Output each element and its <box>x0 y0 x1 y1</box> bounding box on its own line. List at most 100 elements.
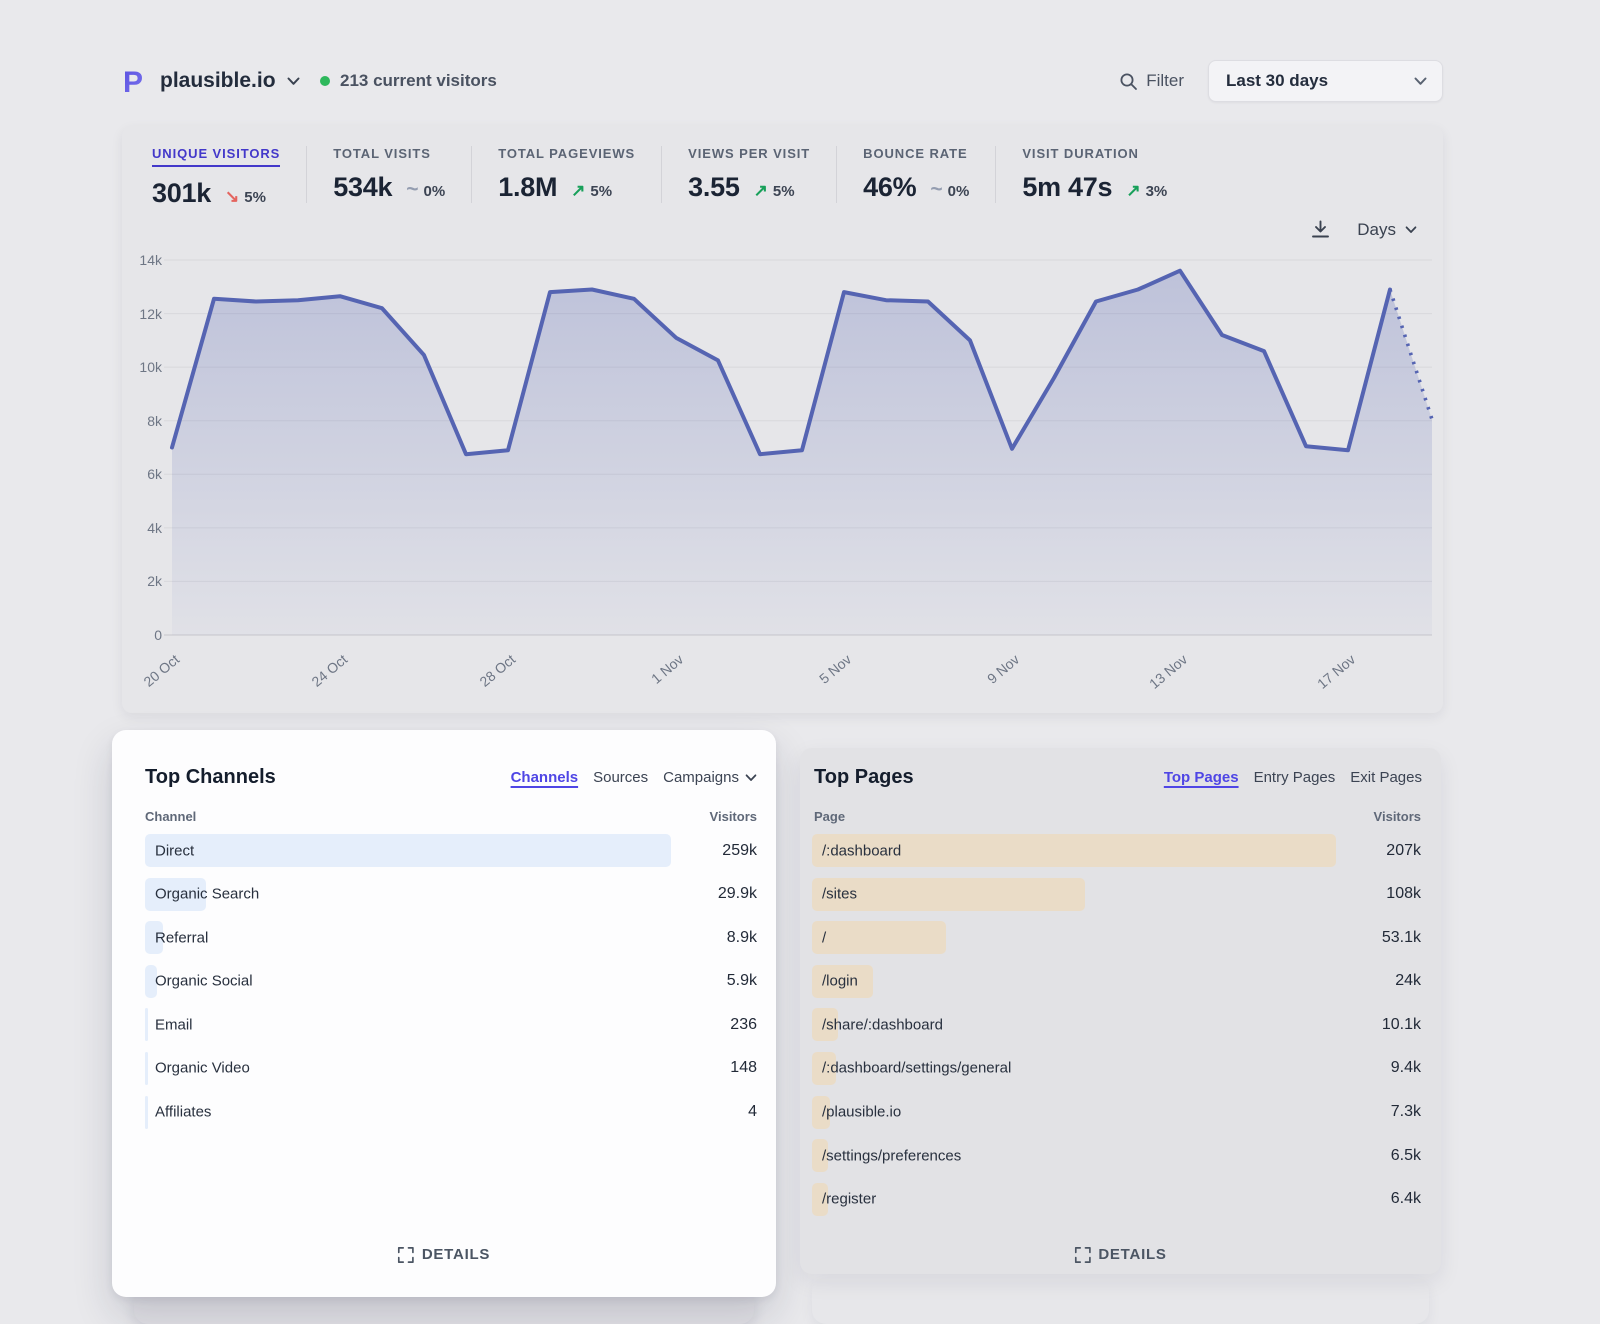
stat-value: 301k <box>152 178 211 209</box>
row-value: 5.9k <box>727 972 757 990</box>
tab-top-pages[interactable]: Top Pages <box>1164 769 1239 786</box>
stat-value: 5m 47s <box>1022 172 1112 203</box>
top-channels-panel: Top Channels Channels Sources Campaigns … <box>112 730 776 1297</box>
site-name: plausible.io <box>160 69 276 93</box>
current-visitors[interactable]: 213 current visitors <box>320 58 497 104</box>
chevron-down-icon <box>287 77 300 86</box>
tab-exit-pages[interactable]: Exit Pages <box>1350 769 1422 786</box>
download-tray-icon <box>1310 219 1331 240</box>
tab-channels[interactable]: Channels <box>511 769 579 786</box>
row-label: /share/:dashboard <box>822 1016 943 1033</box>
row-label: /:dashboard <box>822 842 901 859</box>
table-row[interactable]: Referral 8.9k <box>145 921 757 954</box>
row-label: Email <box>155 1016 193 1033</box>
plausible-logo-icon: P <box>122 66 149 96</box>
row-bar <box>145 834 671 867</box>
date-range-dropdown[interactable]: Last 30 days <box>1208 60 1443 102</box>
table-row[interactable]: /:dashboard 207k <box>812 834 1421 867</box>
table-row[interactable]: /share/:dashboard 10.1k <box>812 1008 1421 1041</box>
site-switcher[interactable]: P plausible.io <box>122 58 300 104</box>
details-label: DETAILS <box>1098 1246 1166 1263</box>
y-axis-tick: 10k <box>120 359 162 375</box>
column-header-key: Page <box>814 809 845 824</box>
stat-total-visits[interactable]: TOTAL VISITS 534k ~ 0% <box>306 146 471 203</box>
current-visitors-label: 213 current visitors <box>340 71 497 91</box>
x-axis-tick: 5 Nov <box>787 651 854 711</box>
table-row[interactable]: /register 6.4k <box>812 1183 1421 1216</box>
table-row[interactable]: Affiliates 4 <box>145 1096 757 1129</box>
live-dot-icon <box>320 76 330 86</box>
table-row[interactable]: Organic Video 148 <box>145 1052 757 1085</box>
stacked-card-edge <box>812 1278 1429 1324</box>
stat-change: 5% <box>773 183 795 200</box>
svg-text:P: P <box>123 66 143 96</box>
expand-corners-icon <box>398 1247 414 1263</box>
stat-label: TOTAL PAGEVIEWS <box>498 146 635 161</box>
stat-visit-duration[interactable]: VISIT DURATION 5m 47s ↗ 3% <box>995 146 1193 203</box>
stat-value: 1.8M <box>498 172 557 203</box>
interval-dropdown[interactable]: Days <box>1357 220 1417 240</box>
table-row[interactable]: /login 24k <box>812 965 1421 998</box>
stat-total-pageviews[interactable]: TOTAL PAGEVIEWS 1.8M ↗ 5% <box>471 146 661 203</box>
row-value: 53.1k <box>1382 929 1421 947</box>
trend-arrow-icon: ↗ <box>571 181 585 201</box>
top-pages-panel: Top Pages Top Pages Entry Pages Exit Pag… <box>800 748 1441 1274</box>
filter-button[interactable]: Filter <box>1119 71 1184 91</box>
plausible-dashboard: P plausible.io 213 current visitors Filt… <box>0 0 1600 1324</box>
table-row[interactable]: Email 236 <box>145 1008 757 1041</box>
table-row[interactable]: / 53.1k <box>812 921 1421 954</box>
stat-change: 5% <box>244 189 266 206</box>
row-label: / <box>822 929 826 946</box>
y-axis-tick: 6k <box>120 466 162 482</box>
stat-label: BOUNCE RATE <box>863 146 967 161</box>
details-label: DETAILS <box>422 1246 490 1263</box>
column-header-key: Channel <box>145 809 196 824</box>
row-value: 10.1k <box>1382 1016 1421 1034</box>
channels-tab-bar: Channels Sources Campaigns <box>511 769 757 786</box>
trend-arrow-icon: ↗ <box>1126 181 1140 201</box>
stat-bounce-rate[interactable]: BOUNCE RATE 46% ~ 0% <box>836 146 995 203</box>
table-row[interactable]: /:dashboard/settings/general 9.4k <box>812 1052 1421 1085</box>
row-label: /plausible.io <box>822 1104 901 1121</box>
trend-arrow-icon: ↗ <box>754 181 768 201</box>
table-row[interactable]: Direct 259k <box>145 834 757 867</box>
stat-views-per-visit[interactable]: VIEWS PER VISIT 3.55 ↗ 5% <box>661 146 836 203</box>
row-label: /register <box>822 1191 876 1208</box>
x-axis-tick: 24 Oct <box>283 651 350 711</box>
tab-campaigns[interactable]: Campaigns <box>663 769 757 786</box>
column-header-value: Visitors <box>710 809 757 824</box>
y-axis-tick: 2k <box>120 573 162 589</box>
stat-change: 5% <box>590 183 612 200</box>
stat-label: VIEWS PER VISIT <box>688 146 810 161</box>
pages-tab-bar: Top Pages Entry Pages Exit Pages <box>1164 769 1422 786</box>
download-button[interactable] <box>1310 219 1331 240</box>
y-axis-tick: 8k <box>120 413 162 429</box>
header-right: Filter Last 30 days <box>1119 58 1443 104</box>
table-row[interactable]: Organic Search 29.9k <box>145 878 757 911</box>
row-bar <box>145 1052 148 1085</box>
interval-label: Days <box>1357 220 1396 240</box>
visitors-area-chart[interactable]: 02k4k6k8k10k12k14k20 Oct24 Oct28 Oct1 No… <box>172 260 1432 635</box>
table-row[interactable]: /sites 108k <box>812 878 1421 911</box>
row-label: /settings/preferences <box>822 1147 961 1164</box>
stats-row: UNIQUE VISITORS 301k ↘ 5% TOTAL VISITS 5… <box>122 146 1193 209</box>
chevron-down-icon <box>1414 77 1427 86</box>
stat-change: 0% <box>948 183 970 200</box>
tab-entry-pages[interactable]: Entry Pages <box>1254 769 1336 786</box>
stat-label: VISIT DURATION <box>1022 146 1139 161</box>
pages-list: /:dashboard 207k /sites 108k / 53.1k /lo… <box>812 834 1421 1226</box>
x-axis-tick: 20 Oct <box>115 651 182 711</box>
row-label: /login <box>822 973 858 990</box>
tab-sources[interactable]: Sources <box>593 769 648 786</box>
table-row[interactable]: /plausible.io 7.3k <box>812 1096 1421 1129</box>
date-range-value: Last 30 days <box>1226 71 1328 91</box>
search-icon <box>1119 72 1138 91</box>
row-value: 7.3k <box>1391 1103 1421 1121</box>
table-row[interactable]: Organic Social 5.9k <box>145 965 757 998</box>
table-row[interactable]: /settings/preferences 6.5k <box>812 1139 1421 1172</box>
channels-details-button[interactable]: DETAILS <box>398 1246 490 1263</box>
row-value: 29.9k <box>718 885 757 903</box>
panel-title: Top Pages <box>814 766 914 789</box>
stat-unique-visitors[interactable]: UNIQUE VISITORS 301k ↘ 5% <box>122 146 306 209</box>
pages-details-button[interactable]: DETAILS <box>1074 1246 1166 1263</box>
